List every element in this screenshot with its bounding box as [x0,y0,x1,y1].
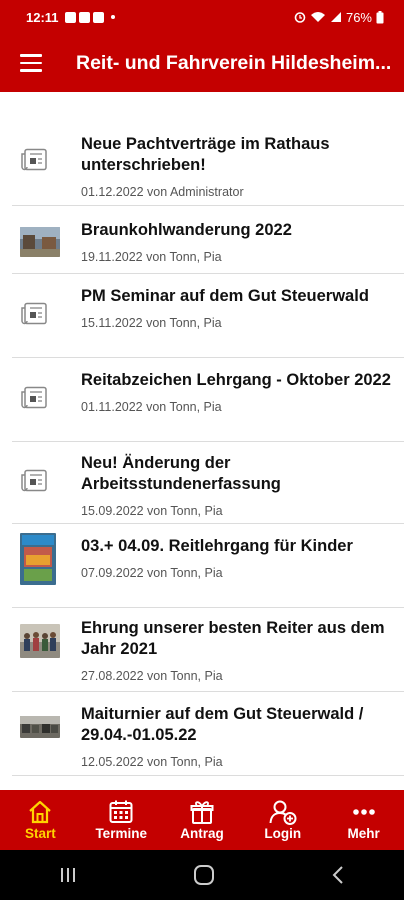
calendar-icon [109,800,133,823]
recent-apps-icon[interactable] [58,866,78,884]
news-list: Neue Pachtverträge im Rathaus unterschri… [0,120,404,776]
list-item[interactable]: PM Seminar auf dem Gut Steuerwald 15.11.… [12,274,404,358]
news-title: Neu! Änderung der Arbeitsstundenerfassun… [81,454,281,493]
chat-notification-icon [78,11,90,23]
nav-label: Termine [95,826,147,841]
hamburger-menu-icon[interactable] [20,54,42,72]
gift-icon [190,801,214,824]
news-title: Ehrung unserer besten Reiter aus dem Jah… [81,619,385,658]
news-title: Reitabzeichen Lehrgang - Oktober 2022 [81,371,391,389]
nav-label: Login [264,826,302,841]
list-item[interactable]: Neue Pachtverträge im Rathaus unterschri… [12,120,404,206]
notification-icons [64,11,115,23]
alarm-icon [294,12,306,23]
document-icon [21,148,47,171]
news-meta: 27.08.2022 von Tonn, Pia [81,669,223,683]
signal-icon [330,12,341,22]
nav-label: Antrag [180,826,224,841]
news-meta: 15.11.2022 von Tonn, Pia [81,316,222,330]
news-meta: 19.11.2022 von Tonn, Pia [81,250,222,264]
list-item[interactable]: Neu! Änderung der Arbeitsstundenerfassun… [12,442,404,524]
news-title: PM Seminar auf dem Gut Steuerwald [81,287,369,305]
status-bar: 12:11 76% [0,0,404,34]
more-icon [352,809,375,815]
more-notifications-icon [110,15,115,19]
photo-thumbnail [20,227,60,257]
list-item[interactable]: 03.+ 04.09. Reitlehrgang für Kinder 07.0… [12,524,404,608]
nav-label: Start [25,826,56,841]
nav-label: Mehr [347,826,380,841]
document-icon [21,386,47,409]
list-item[interactable]: Maiturnier auf dem Gut Steuerwald / 29.0… [12,692,404,776]
battery-icon [376,10,384,23]
news-title: 03.+ 04.09. Reitlehrgang für Kinder [81,537,353,555]
news-meta: 01.11.2022 von Tonn, Pia [81,400,222,414]
news-meta: 01.12.2022 von Administrator [81,185,244,199]
document-icon [21,469,47,492]
nav-antrag[interactable]: Antrag [162,790,243,850]
status-time: 12:11 [26,9,59,25]
group-photo-thumbnail [20,624,60,658]
nav-termine[interactable]: Termine [81,790,162,850]
gallery-notification-icon [64,11,76,23]
user-add-icon [269,800,297,825]
wifi-icon [310,12,325,22]
news-title: Braunkohlwanderung 2022 [81,221,292,239]
back-icon[interactable] [330,865,346,885]
nav-start[interactable]: Start [0,790,81,850]
list-item[interactable]: Ehrung unserer besten Reiter aus dem Jah… [12,608,404,692]
list-item[interactable]: Reitabzeichen Lehrgang - Oktober 2022 01… [12,358,404,442]
news-title: Neue Pachtverträge im Rathaus unterschri… [81,135,330,174]
battery-percent: 76% [345,9,372,25]
poster-thumbnail [20,533,56,585]
news-meta: 15.09.2022 von Tonn, Pia [81,504,223,518]
news-title: Maiturnier auf dem Gut Steuerwald / 29.0… [81,705,364,744]
news-meta: 07.09.2022 von Tonn, Pia [81,566,223,580]
home-icon [29,800,52,824]
app-bar: Reit- und Fahrverein Hildesheim... [0,34,404,92]
event-photo-thumbnail [20,716,60,738]
nav-mehr[interactable]: Mehr [323,790,404,850]
home-button-icon[interactable] [193,864,215,886]
document-icon [21,302,47,325]
nav-login[interactable]: Login [242,790,323,850]
app-notification-icon [92,11,104,23]
news-meta: 12.05.2022 von Tonn, Pia [81,755,223,769]
list-item[interactable]: Braunkohlwanderung 2022 19.11.2022 von T… [12,206,404,274]
bottom-navigation: Start Termine Antrag Login Mehr [0,790,404,850]
app-title: Reit- und Fahrverein Hildesheim... [76,51,392,74]
system-navigation-bar [0,850,404,900]
